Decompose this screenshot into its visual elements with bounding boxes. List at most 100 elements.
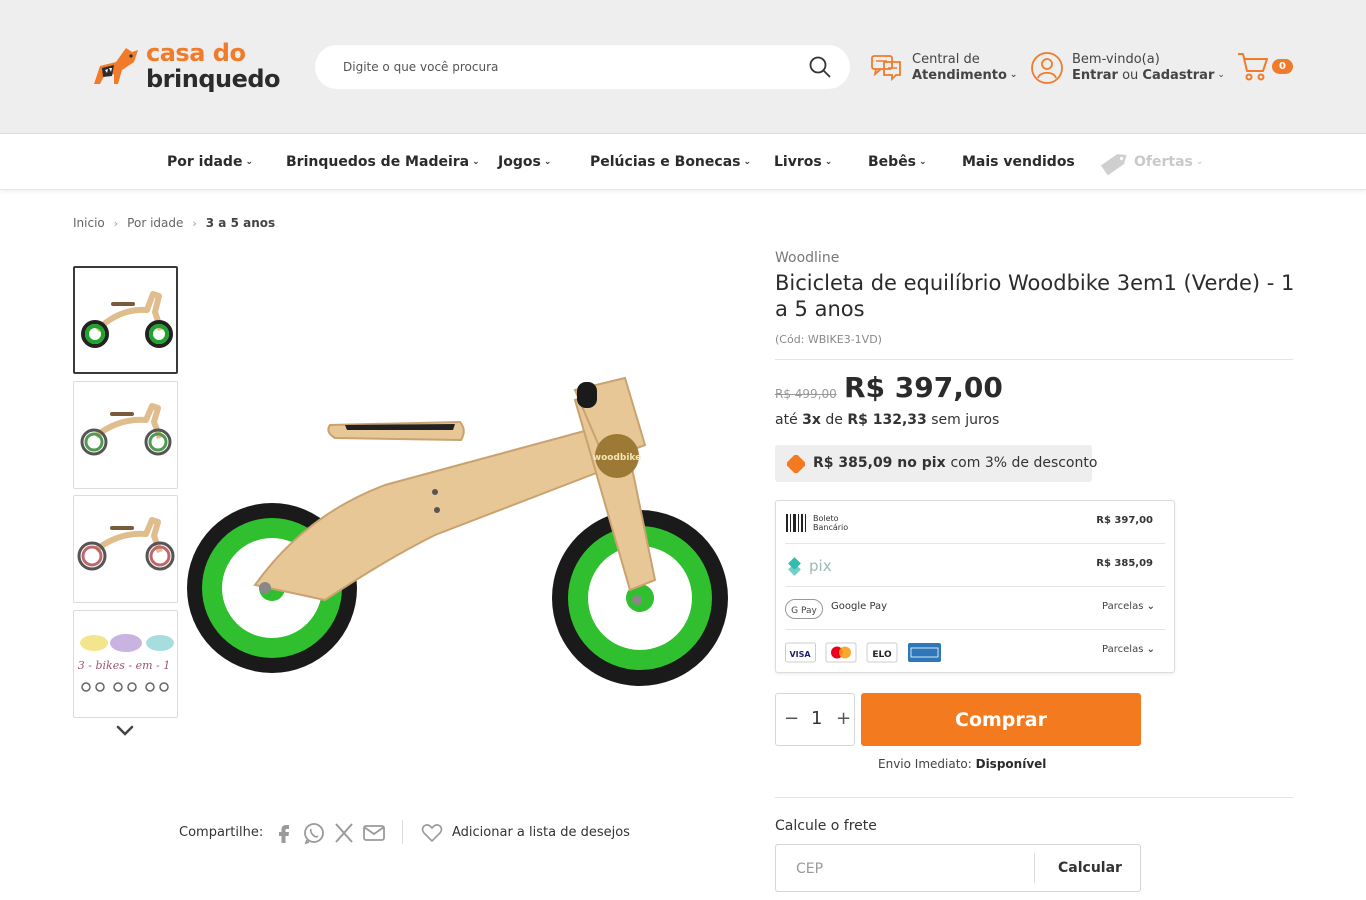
ship-status: Disponível: [975, 757, 1047, 771]
search-input[interactable]: [343, 57, 793, 77]
current-price: R$ 397,00: [844, 371, 1003, 404]
svg-text:woodbike: woodbike: [593, 453, 642, 463]
chevron-down-icon: ⌄: [743, 157, 752, 167]
nav-label: Livros: [774, 154, 822, 170]
chevron-down-icon[interactable]: [113, 722, 137, 738]
chevron-right-icon: ›: [113, 217, 119, 230]
installments-label: Parcelas: [1102, 601, 1144, 612]
shipping-availability: Envio Imediato: Disponível: [878, 757, 1046, 771]
cart-count-badge: 0: [1272, 59, 1293, 74]
cart-button[interactable]: 0: [1236, 50, 1296, 84]
logo-line-1: casa do: [146, 39, 246, 67]
customer-service-menu[interactable]: Central de Atendimento ⌄: [870, 52, 1020, 86]
nav-label: Brinquedos de Madeira: [286, 154, 470, 170]
thumbnail-1[interactable]: [73, 266, 178, 374]
search-icon[interactable]: [808, 55, 832, 79]
welcome-label: Bem-vindo(a): [1072, 52, 1160, 67]
share-divider: [402, 820, 403, 844]
old-price: R$ 499,00: [775, 387, 837, 401]
installments-label: Parcelas: [1102, 644, 1144, 655]
breadcrumb-por-idade[interactable]: Por idade: [127, 216, 183, 230]
help-title: Atendimento ⌄: [912, 68, 1017, 83]
x-twitter-icon[interactable]: [332, 821, 356, 845]
chevron-down-icon: ⌄: [1195, 157, 1204, 167]
barcode-icon: [786, 514, 806, 532]
quantity-value[interactable]: 1: [811, 708, 822, 729]
whatsapp-icon[interactable]: [302, 821, 326, 845]
svg-text:ELO: ELO: [872, 650, 892, 660]
pix-price-text: R$ 385,09 no pix com 3% de desconto: [813, 455, 1097, 471]
sale-tag-icon: [1100, 154, 1127, 176]
login-link[interactable]: Entrar: [1072, 68, 1118, 83]
payment-row-pix: pix R$ 385,09: [785, 544, 1165, 587]
nav-item-brinquedos-madeira[interactable]: Brinquedos de Madeira ⌄: [286, 154, 480, 170]
calculate-freight-button[interactable]: Calcular: [1058, 860, 1122, 876]
share-label: Compartilhe:: [179, 825, 264, 840]
breadcrumb-current: 3 a 5 anos: [205, 216, 276, 230]
payment-options: Boleto Bancário R$ 397,00 pix R$ 385,09 …: [775, 500, 1175, 673]
nav-item-mais-vendidos[interactable]: Mais vendidos: [962, 154, 1075, 170]
freight-label: Calcule o frete: [775, 818, 877, 834]
chevron-down-icon: ⌄: [245, 157, 253, 167]
installments-dropdown[interactable]: Parcelas ⌄: [1102, 644, 1155, 655]
thumbnail-image: [77, 517, 175, 571]
card-brands-icon: VISA ELO: [785, 642, 941, 663]
payment-row-cards[interactable]: VISA ELO Parcelas ⌄: [785, 630, 1165, 673]
user-icon: [1031, 52, 1063, 84]
nav-item-pelucias-bonecas[interactable]: Pelúcias e Bonecas ⌄: [590, 154, 751, 170]
help-title-text: Atendimento: [912, 68, 1007, 83]
payment-row-googlepay[interactable]: G Pay Google Pay Parcelas ⌄: [785, 587, 1165, 630]
payment-name: Boleto Bancário: [813, 514, 849, 532]
nav-label: Por idade: [167, 154, 243, 170]
nav-label: Bebês: [868, 154, 917, 170]
ship-label: Envio Imediato:: [878, 757, 976, 771]
search-bar: [315, 45, 850, 89]
product-main-image[interactable]: woodbike: [185, 260, 745, 740]
pix-discount: com 3% de desconto: [950, 455, 1098, 471]
heart-icon[interactable]: [420, 821, 444, 845]
payment-row-boleto: Boleto Bancário R$ 397,00: [785, 501, 1165, 544]
login-register: Entrar ou Cadastrar ⌄: [1072, 68, 1225, 83]
divider: [1034, 853, 1035, 883]
nav-item-ofertas[interactable]: Ofertas ⌄: [1134, 154, 1203, 170]
logo-wordmark: casa do brinquedo: [146, 39, 281, 92]
chevron-down-icon: ⌄: [472, 157, 480, 167]
chevron-down-icon: ⌄: [919, 157, 927, 167]
breadcrumb-inicio[interactable]: Inicio: [73, 216, 105, 230]
email-icon[interactable]: [362, 821, 386, 845]
divider: [775, 797, 1293, 798]
nav-item-jogos[interactable]: Jogos ⌄: [498, 154, 551, 170]
freight-form: Calcular: [775, 844, 1141, 892]
quantity-stepper: − 1 +: [775, 693, 855, 746]
thumbnail-4[interactable]: 3 - bikes - em - 1: [73, 610, 178, 718]
nav-label: Ofertas: [1134, 154, 1193, 170]
thumbnail-2[interactable]: [73, 381, 178, 489]
add-to-wishlist-link[interactable]: Adicionar a lista de desejos: [452, 825, 630, 840]
svg-text:3 - bikes - em - 1: 3 - bikes - em - 1: [78, 659, 170, 672]
facebook-icon[interactable]: [272, 821, 296, 845]
fox-logo-icon: [94, 48, 138, 84]
install-value: R$ 132,33: [847, 412, 927, 428]
buy-button[interactable]: Comprar: [861, 693, 1141, 746]
top-header: casa do brinquedo Central de Atendimento…: [0, 0, 1366, 134]
installments-dropdown[interactable]: Parcelas ⌄: [1102, 601, 1155, 612]
register-link[interactable]: Cadastrar: [1142, 68, 1214, 83]
quantity-increase-button[interactable]: +: [836, 708, 851, 729]
chevron-down-icon: ⌄: [1146, 601, 1155, 612]
cep-input[interactable]: [796, 859, 1026, 879]
nav-label: Jogos: [498, 154, 541, 170]
product-brand[interactable]: Woodline: [775, 250, 839, 266]
nav-item-livros[interactable]: Livros ⌄: [774, 154, 832, 170]
installment-info: até 3x de R$ 132,33 sem juros: [775, 412, 999, 428]
account-menu[interactable]: Bem-vindo(a) Entrar ou Cadastrar ⌄: [1030, 51, 1230, 85]
cart-icon: [1238, 53, 1268, 81]
thumbnail-image: [81, 291, 173, 348]
nav-item-bebes[interactable]: Bebês ⌄: [868, 154, 927, 170]
thumbnail-3[interactable]: [73, 495, 178, 603]
share-bar: Compartilhe: Adicionar a lista de desejo…: [179, 818, 649, 848]
quantity-decrease-button[interactable]: −: [784, 708, 799, 729]
site-logo[interactable]: casa do brinquedo: [88, 40, 288, 96]
pix-label: no pix: [892, 455, 951, 471]
thumbnail-image: 3 - bikes - em - 1: [78, 634, 174, 692]
nav-item-por-idade[interactable]: Por idade ⌄: [167, 154, 253, 170]
